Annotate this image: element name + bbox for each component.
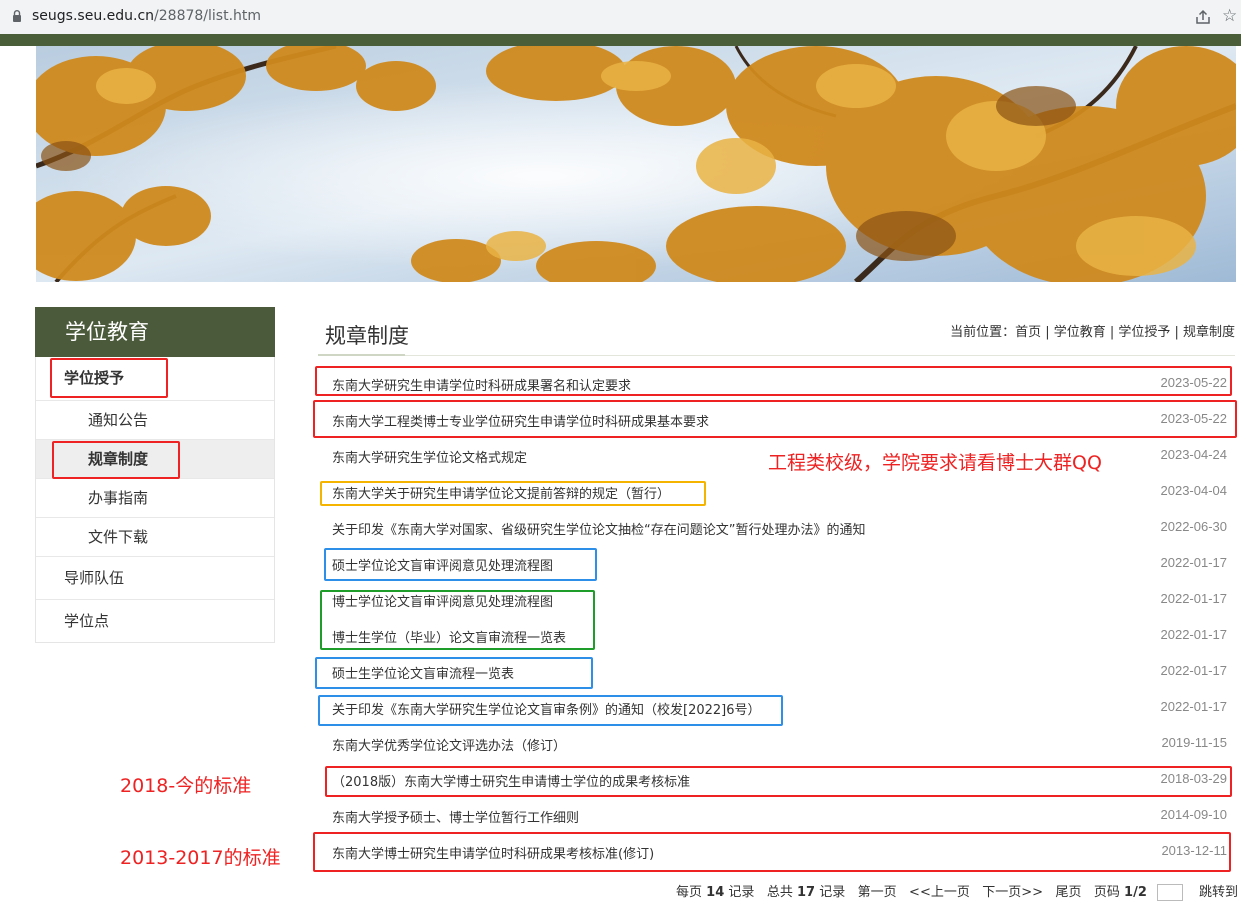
annotation-note-2018: 2018-今的标准	[120, 775, 252, 797]
list-item-title[interactable]: 硕士生学位论文盲审流程一览表	[332, 663, 514, 682]
list-item-title[interactable]: （2018版）东南大学博士研究生申请博士学位的成果考核标准	[332, 771, 690, 790]
list-item[interactable]: 博士学位论文盲审评阅意见处理流程图 2022-01-17	[318, 585, 1235, 615]
list-item[interactable]: 东南大学博士研究生申请学位时科研成果考核标准(修订) 2013-12-11	[318, 837, 1235, 867]
list-item-date: 2022-06-30	[1160, 519, 1228, 534]
list-item-date: 2013-12-11	[1161, 843, 1227, 858]
pager-records-label: 记录	[728, 885, 755, 900]
list-item-title[interactable]: 东南大学研究生申请学位时科研成果署名和认定要求	[332, 375, 631, 394]
list-item-date: 2023-05-22	[1160, 375, 1228, 390]
list-item-title[interactable]: 关于印发《东南大学研究生学位论文盲审条例》的通知（校发[2022]6号）	[332, 699, 761, 718]
sidebar-title: 学位教育	[35, 307, 275, 357]
pager-per-page-label: 每页	[676, 885, 703, 900]
pager-page-input[interactable]	[1157, 884, 1184, 901]
list-item[interactable]: 关于印发《东南大学对国家、省级研究生学位论文抽检“存在问题论文”暂行处理办法》的…	[318, 513, 1235, 543]
breadcrumb: 当前位置：首页 | 学位教育 | 学位授予 | 规章制度	[950, 325, 1235, 340]
list-item-title[interactable]: 硕士学位论文盲审评阅意见处理流程图	[332, 555, 553, 574]
url-host: seugs.seu.edu.cn	[32, 8, 155, 24]
pager-page-value: 1/2	[1124, 885, 1147, 900]
list-item[interactable]: 东南大学关于研究生申请学位论文提前答辩的规定（暂行） 2023-04-04	[318, 477, 1235, 507]
list-item-title[interactable]: 东南大学博士研究生申请学位时科研成果考核标准(修订)	[332, 843, 654, 862]
lock-icon	[13, 10, 21, 22]
sidebar-item-regulations[interactable]: 规章制度	[36, 440, 274, 478]
sidebar-item-guide[interactable]: 办事指南	[36, 479, 274, 517]
list-item-date: 2022-01-17	[1160, 591, 1228, 606]
list-item-date: 2022-01-17	[1160, 627, 1228, 642]
list-item[interactable]: 硕士学位论文盲审评阅意见处理流程图 2022-01-17	[318, 549, 1235, 579]
share-icon[interactable]	[1194, 8, 1212, 26]
sidebar-item-degree-points[interactable]: 学位点	[36, 600, 274, 642]
list-item[interactable]: 东南大学研究生申请学位时科研成果署名和认定要求 2023-05-22	[318, 369, 1235, 399]
pager-total-value: 17	[796, 885, 816, 900]
list-item[interactable]: 博士生学位（毕业）论文盲审流程一览表 2022-01-17	[318, 621, 1235, 651]
pagination: 每页 14 记录 总共 17 记录 第一页 <<上一页 下一页>> 尾页 页码 …	[676, 881, 1238, 901]
sidebar-item-supervisors[interactable]: 导师队伍	[36, 557, 274, 599]
sidebar-item-degree-award[interactable]: 学位授予	[36, 357, 274, 400]
list-item-title[interactable]: 关于印发《东南大学对国家、省级研究生学位论文抽检“存在问题论文”暂行处理办法》的…	[332, 519, 865, 538]
list-item-date: 2022-01-17	[1160, 699, 1228, 714]
list-item-title[interactable]: 东南大学优秀学位论文评选办法（修订）	[332, 735, 566, 754]
url-text[interactable]: seugs.seu.edu.cn/28878/list.htm	[32, 8, 261, 24]
sidebar-item-notices[interactable]: 通知公告	[36, 401, 274, 439]
list-item-title[interactable]: 东南大学关于研究生申请学位论文提前答辩的规定（暂行）	[332, 483, 670, 502]
list-item-title[interactable]: 东南大学研究生学位论文格式规定	[332, 447, 527, 466]
list-item-date: 2023-05-22	[1160, 411, 1228, 426]
list-item[interactable]: 硕士生学位论文盲审流程一览表 2022-01-17	[318, 657, 1235, 687]
annotation-note-2013: 2013-2017的标准	[120, 847, 281, 869]
list-item-date: 2022-01-17	[1160, 555, 1228, 570]
title-divider	[318, 355, 1235, 356]
list-item-date: 2019-11-15	[1161, 735, 1227, 750]
banner-illustration	[36, 46, 1236, 282]
list-item-title[interactable]: 博士生学位（毕业）论文盲审流程一览表	[332, 627, 566, 646]
pager-next-link[interactable]: 下一页>>	[982, 885, 1043, 900]
sidebar-item-downloads[interactable]: 文件下载	[36, 518, 274, 556]
pager-per-page-value: 14	[706, 885, 725, 900]
ginkgo-banner-image	[36, 46, 1236, 282]
page-title: 规章制度	[325, 324, 409, 348]
list-item-date: 2023-04-04	[1160, 483, 1228, 498]
pager-prev-link[interactable]: <<上一页	[909, 885, 970, 900]
list-item-date: 2014-09-10	[1160, 807, 1228, 822]
pager-last-link[interactable]: 尾页	[1055, 885, 1081, 900]
pager-total-label: 总共	[766, 885, 793, 900]
list-item[interactable]: 关于印发《东南大学研究生学位论文盲审条例》的通知（校发[2022]6号） 2022…	[318, 693, 1235, 723]
sidebar-nav: 学位授予 通知公告 规章制度 办事指南 文件下载 导师队伍 学位点	[35, 357, 275, 643]
title-underline	[318, 354, 405, 356]
url-path: /28878/list.htm	[154, 8, 262, 24]
list-item-title[interactable]: 东南大学工程类博士专业学位研究生申请学位时科研成果基本要求	[332, 411, 709, 430]
annotation-note-engineering: 工程类校级，学院要求请看博士大群QQ	[768, 452, 1102, 474]
list-item-date: 2022-01-17	[1160, 663, 1228, 678]
list-item-title[interactable]: 博士学位论文盲审评阅意见处理流程图	[332, 591, 553, 610]
pager-jump-button[interactable]: 跳转到	[1199, 885, 1238, 900]
list-item[interactable]: 东南大学授予硕士、博士学位暂行工作细则 2014-09-10	[318, 801, 1235, 831]
list-item[interactable]: 东南大学工程类博士专业学位研究生申请学位时科研成果基本要求 2023-05-22	[318, 405, 1235, 435]
list-item[interactable]: 东南大学优秀学位论文评选办法（修订） 2019-11-15	[318, 729, 1235, 759]
list-item-date: 2018-03-29	[1160, 771, 1228, 786]
list-item[interactable]: （2018版）东南大学博士研究生申请博士学位的成果考核标准 2018-03-29	[318, 765, 1235, 795]
pager-records-label: 记录	[819, 885, 846, 900]
list-item-title[interactable]: 东南大学授予硕士、博士学位暂行工作细则	[332, 807, 579, 826]
bookmark-star-icon[interactable]: ☆	[1222, 6, 1237, 26]
browser-address-bar: seugs.seu.edu.cn/28878/list.htm ☆	[0, 0, 1241, 34]
list-item-date: 2023-04-24	[1160, 447, 1228, 462]
pager-page-label: 页码	[1093, 885, 1120, 900]
pager-first-link[interactable]: 第一页	[858, 885, 897, 900]
site-top-strip	[0, 34, 1241, 46]
